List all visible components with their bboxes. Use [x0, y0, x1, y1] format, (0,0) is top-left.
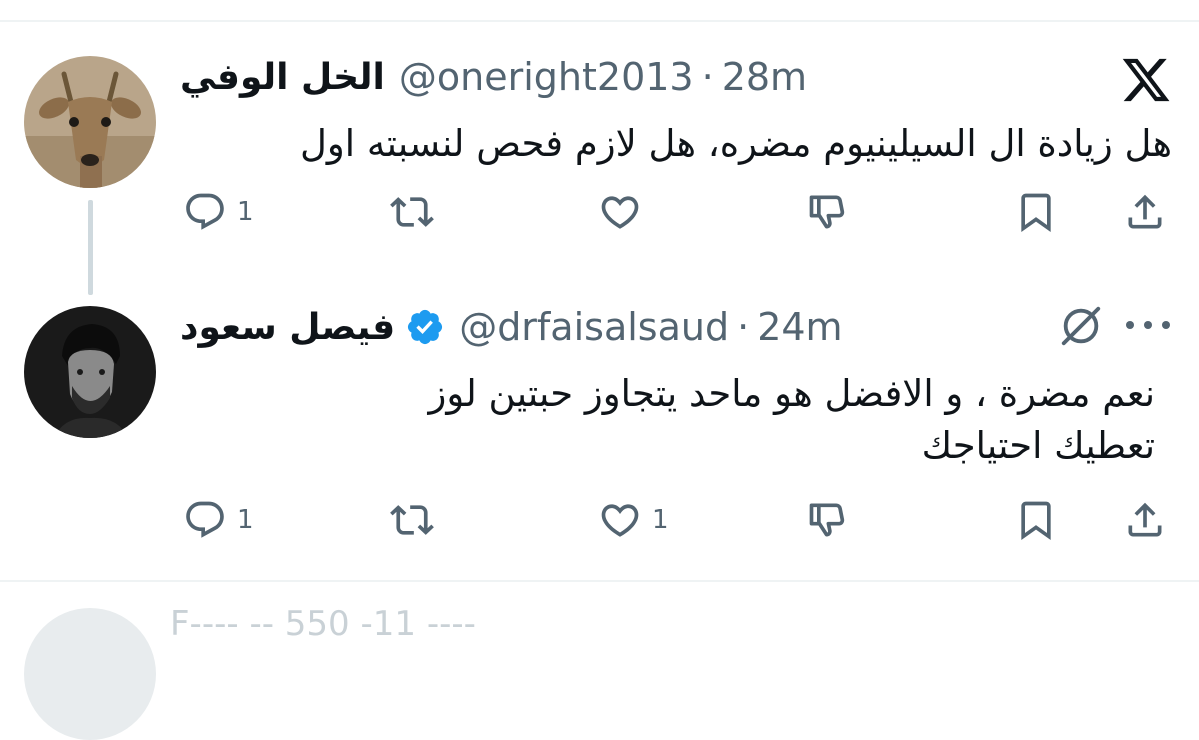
retweet-button[interactable] — [390, 495, 444, 545]
tweet-text-line: هل زيادة ال السيلينيوم مضره، هل لازم فحص… — [300, 122, 1172, 165]
bookmark-icon — [1021, 193, 1051, 233]
share-button[interactable] — [1123, 495, 1177, 545]
reply-count: 1 — [237, 505, 254, 535]
thread-connector-line — [88, 200, 93, 295]
bottom-divider — [0, 580, 1199, 582]
bookmark-button[interactable] — [1014, 187, 1068, 237]
reply-button[interactable]: 1 — [183, 495, 254, 545]
avatar-portrait-image — [24, 306, 156, 438]
like-button[interactable]: 1 — [598, 495, 669, 545]
tweet-text-line: نعم مضرة ، و الافضل هو ماحد يتجاوز حبتين… — [428, 372, 1155, 415]
retweet-icon — [390, 197, 434, 227]
retweet-icon — [390, 505, 434, 535]
reply-icon — [186, 501, 224, 538]
timestamp[interactable]: 24m — [757, 305, 842, 349]
next-tweet-avatar[interactable] — [24, 608, 156, 740]
tweet-header: فيصل سعود @drfaisalsaud · 24m — [180, 302, 843, 352]
top-divider — [0, 20, 1199, 22]
separator-dot: · — [737, 305, 750, 349]
tweet-actions: 1 1 — [0, 495, 1199, 545]
tweet-text: هل زيادة ال السيلينيوم مضره، هل لازم فحص… — [180, 118, 1172, 170]
bookmark-button[interactable] — [1014, 495, 1068, 545]
tweet-text-line: تعطيك احتياجك — [921, 424, 1155, 467]
dislike-button[interactable] — [806, 187, 860, 237]
reply-count: 1 — [237, 197, 254, 227]
grok-icon[interactable] — [1058, 303, 1104, 349]
tweet-text: نعم مضرة ، و الافضل هو ماحد يتجاوز حبتين… — [180, 368, 1155, 472]
heart-icon — [601, 504, 639, 537]
retweet-button[interactable] — [390, 187, 444, 237]
tweet-actions: 1 — [0, 187, 1199, 237]
user-handle[interactable]: @oneright2013 — [399, 55, 694, 99]
bookmark-icon — [1021, 501, 1051, 541]
like-count: 1 — [652, 505, 669, 535]
avatar[interactable] — [24, 306, 156, 438]
more-icon[interactable] — [1120, 310, 1176, 340]
x-logo-icon[interactable] — [1120, 54, 1172, 106]
thumbs-down-icon — [809, 503, 845, 537]
user-handle[interactable]: @drfaisalsaud — [459, 305, 729, 349]
reply-button[interactable]: 1 — [183, 187, 254, 237]
share-icon — [1128, 502, 1162, 537]
dislike-button[interactable] — [806, 495, 860, 545]
share-button[interactable] — [1123, 187, 1177, 237]
like-button[interactable] — [598, 187, 652, 237]
avatar[interactable] — [24, 56, 156, 188]
verified-badge-icon[interactable] — [405, 307, 445, 347]
thumbs-down-icon — [809, 195, 845, 229]
separator-dot: · — [701, 55, 714, 99]
display-name[interactable]: فيصل سعود — [180, 307, 395, 348]
share-icon — [1128, 194, 1162, 229]
avatar-gazelle-image — [24, 56, 156, 188]
heart-icon — [601, 196, 639, 229]
reply-icon — [186, 193, 224, 230]
tweet-header: الخل الوفي @oneright2013 · 28m — [180, 52, 807, 102]
timestamp[interactable]: 28m — [722, 55, 807, 99]
display-name[interactable]: الخل الوفي — [180, 57, 385, 98]
next-tweet-header: F---- -- 550 -11 ---- — [170, 604, 476, 644]
